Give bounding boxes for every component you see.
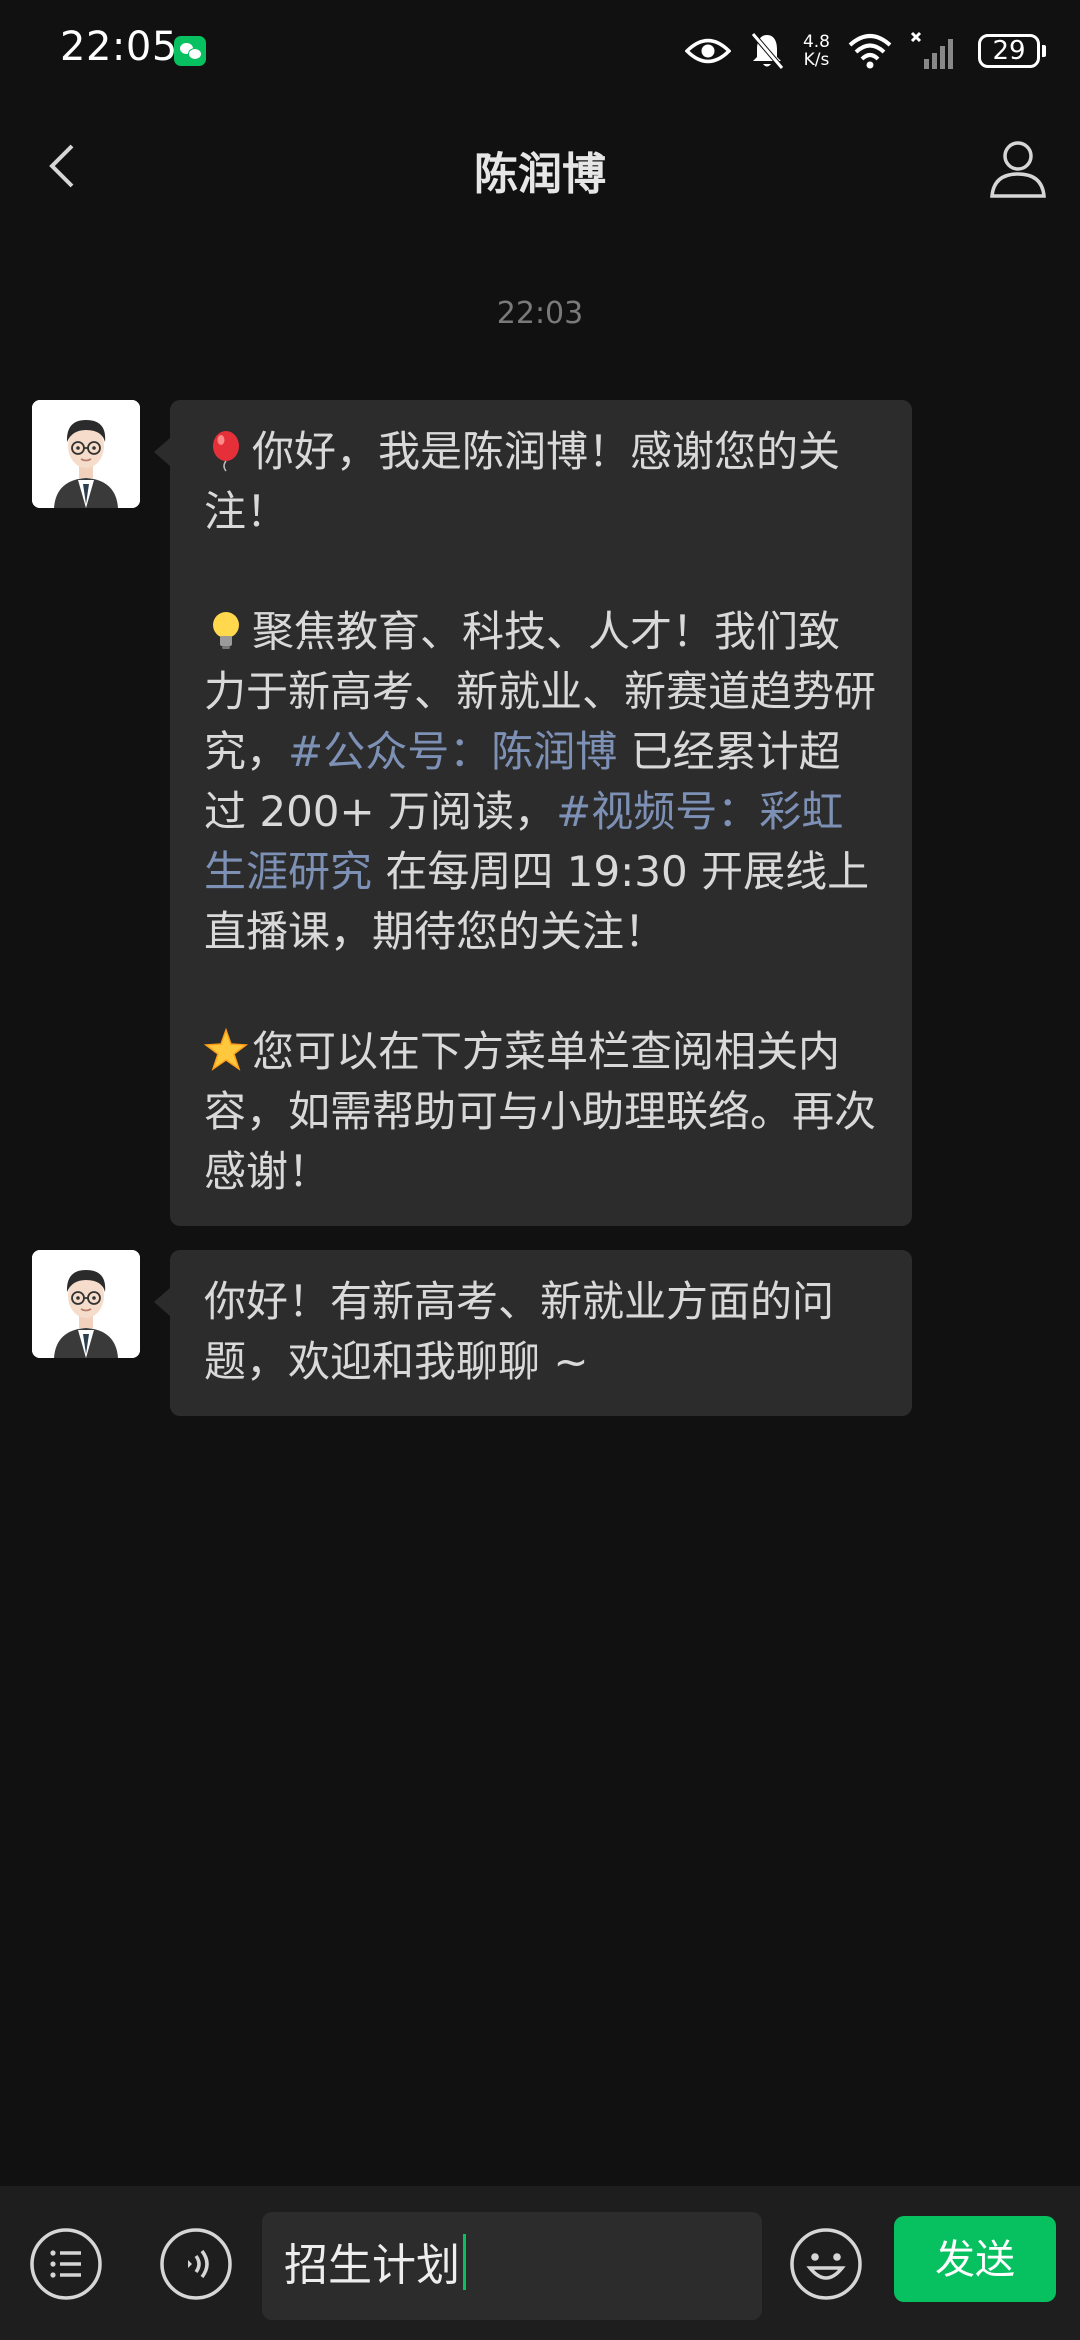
wifi-icon [848,34,892,69]
wechat-notification-icon [174,36,206,66]
message-paragraph: 你好，我是陈润博！感谢您的关注！ [204,422,880,542]
message-input[interactable]: 招生计划 [262,2212,762,2320]
status-bar: 22:05 4.8 K/s 29 [0,0,1080,100]
smiley-icon [790,2228,862,2300]
person-icon [990,141,1046,198]
message-text: 您可以在下方菜单栏查阅相关内容，如需帮助可与小助理联络。再次感谢！ [204,1027,877,1196]
network-speed: 4.8 K/s [803,33,830,69]
official-account-link[interactable]: #公众号：陈润博 [288,727,617,776]
profile-button[interactable] [986,136,1050,200]
menu-toggle-button[interactable] [28,2226,104,2302]
input-bar: 招生计划 发送 [0,2186,1080,2340]
glowing-star-icon [204,1028,248,1071]
message-text: 你好，我是陈润博！感谢您的关注！ [204,427,841,536]
avatar[interactable] [32,1250,140,1358]
battery-indicator: 29 [978,34,1046,68]
mute-bell-icon [751,32,784,70]
message-input-value: 招生计划 [284,2240,460,2291]
avatar[interactable] [32,400,140,508]
no-signal-icon [910,31,953,69]
message-paragraph: 您可以在下方菜单栏查阅相关内容，如需帮助可与小助理联络。再次感谢！ [204,1022,880,1202]
voice-button[interactable] [158,2226,234,2302]
message-text: 你好！有新高考、新就业方面的问题，欢迎和我聊聊 ~ [204,1277,835,1386]
text-caret [463,2234,466,2290]
message-paragraph: 聚焦教育、科技、人才！我们致力于新高考、新就业、新赛道趋势研究，#公众号：陈润博… [204,602,880,962]
avatar-image [32,400,140,508]
list-menu-icon [30,2228,102,2300]
status-icons: 4.8 K/s 29 [684,24,1046,78]
chat-title: 陈润博 [474,149,606,200]
eye-icon [684,38,731,64]
emoji-button[interactable] [788,2226,864,2302]
avatar-image [32,1250,140,1358]
voice-icon [160,2228,232,2300]
status-time: 22:05 [60,24,178,70]
chat-screen: 22:05 4.8 K/s 29 陈润博 22:03 你好，我是陈润博！感谢您的… [0,0,1080,2340]
send-button[interactable]: 发送 [894,2216,1056,2302]
network-speed-value: 4.8 [802,32,830,52]
balloon-icon [213,431,239,472]
message-timestamp: 22:03 [496,296,584,331]
message-bubble[interactable]: 你好！有新高考、新就业方面的问题，欢迎和我聊聊 ~ [154,1250,912,1416]
light-bulb-icon [213,612,239,649]
network-speed-unit: K/s [803,50,830,70]
message-bubble[interactable]: 你好，我是陈润博！感谢您的关注！ 聚焦教育、科技、人才！我们致力于新高考、新就业… [154,400,912,1226]
nav-bar: 陈润博 [0,100,1080,230]
